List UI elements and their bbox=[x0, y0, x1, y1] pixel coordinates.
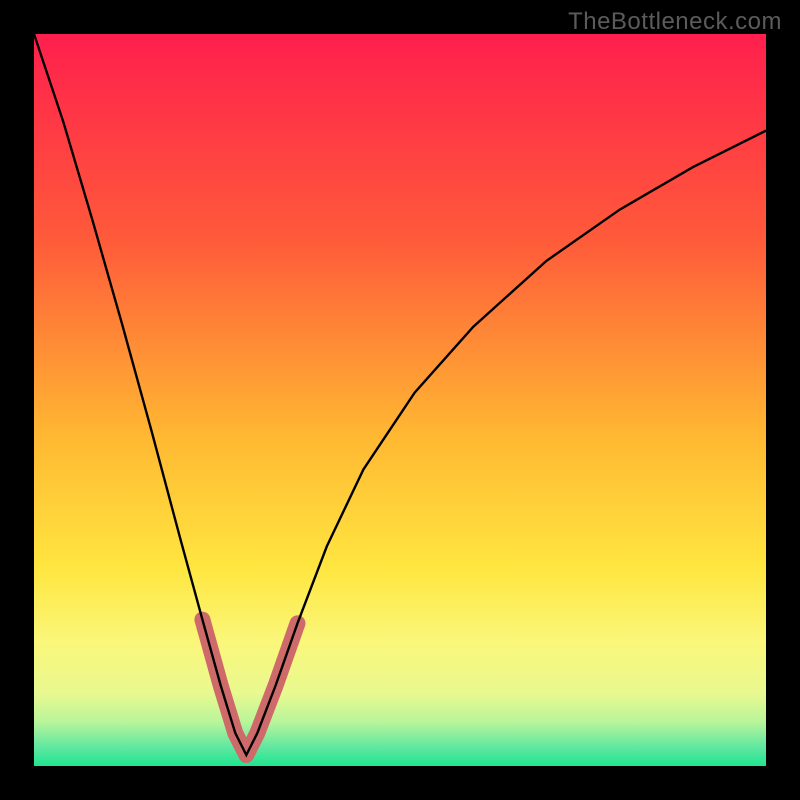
optimal-range-highlight bbox=[202, 620, 297, 755]
watermark-text: TheBottleneck.com bbox=[568, 8, 782, 36]
outer-frame: TheBottleneck.com bbox=[0, 0, 800, 800]
bottleneck-curve bbox=[34, 34, 766, 755]
curve-layer bbox=[34, 34, 766, 766]
plot-area bbox=[34, 34, 766, 766]
